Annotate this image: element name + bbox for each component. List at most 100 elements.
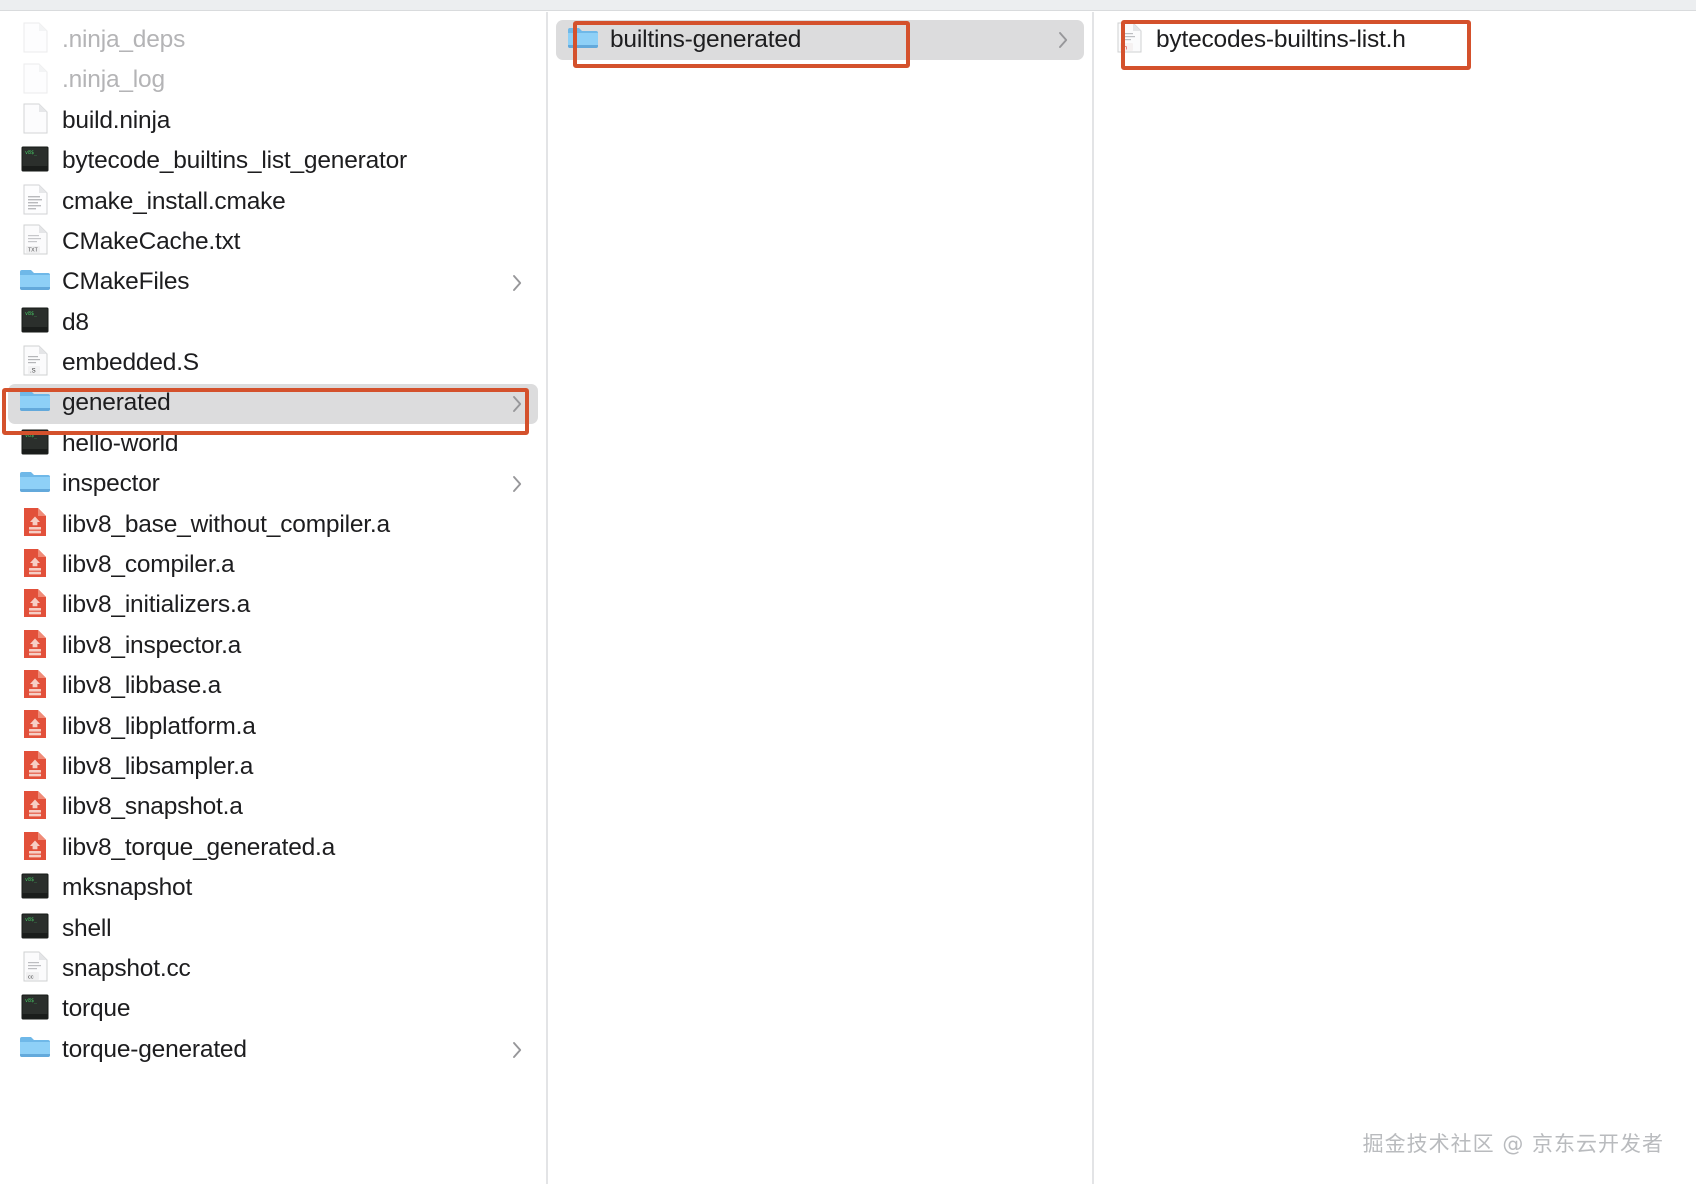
finder-column-1[interactable]: .ninja_deps .ninja_log build.ninja v8$_ byte… [0, 12, 548, 1184]
file-name-label: torque [62, 995, 131, 1023]
file-row[interactable]: libv8_snapshot.a [8, 787, 538, 827]
file-name-label: generated [62, 389, 171, 417]
file-name-label: d8 [62, 308, 89, 336]
file-row[interactable]: cc snapshot.cc [8, 949, 538, 989]
terminal-executable-icon: v8$_ [18, 871, 52, 905]
archive-icon [18, 710, 52, 744]
script-document-icon [18, 184, 52, 219]
file-name-label: shell [62, 914, 112, 942]
svg-text:v8$_: v8$_ [25, 311, 38, 317]
svg-text:v8$_: v8$_ [25, 998, 38, 1004]
svg-text:TXT: TXT [28, 248, 39, 254]
folder-icon [18, 1033, 52, 1067]
file-list-column-3: .h bytecodes-builtins-list.h [1094, 20, 1696, 60]
folder-icon [18, 266, 52, 300]
file-name-label: libv8_libplatform.a [62, 712, 256, 740]
file-name-label: libv8_initializers.a [62, 591, 251, 619]
file-row[interactable]: build.ninja [8, 101, 538, 141]
file-row[interactable]: .ninja_deps [8, 20, 538, 60]
file-name-label: CMakeCache.txt [62, 227, 241, 255]
archive-icon [18, 750, 52, 784]
archive-icon [18, 791, 52, 825]
file-row[interactable]: libv8_initializers.a [8, 585, 538, 625]
finder-column-3[interactable]: .h bytecodes-builtins-list.h [1094, 12, 1696, 1184]
chevron-right-icon[interactable] [511, 1040, 524, 1060]
text-document-icon: TXT [18, 224, 52, 259]
file-row[interactable]: libv8_torque_generated.a [8, 828, 538, 868]
cc-document-icon: cc [18, 951, 52, 986]
file-row[interactable]: libv8_inspector.a [8, 626, 538, 666]
file-row[interactable]: v8$_ d8 [8, 303, 538, 343]
file-list-column-2: builtins-generated [548, 20, 1092, 61]
file-row[interactable]: v8$_ torque [8, 989, 538, 1029]
file-row[interactable]: .S embedded.S [8, 343, 538, 383]
file-row[interactable]: libv8_libbase.a [8, 666, 538, 706]
file-name-label: snapshot.cc [62, 954, 191, 982]
file-name-label: libv8_libsampler.a [62, 752, 254, 780]
file-row[interactable]: v8$_ mksnapshot [8, 868, 538, 908]
file-name-label: torque-generated [62, 1035, 247, 1063]
file-name-label: hello-world [62, 429, 179, 457]
svg-text:.S: .S [30, 369, 36, 375]
file-name-label: builtins-generated [610, 25, 802, 53]
asm-document-icon: .S [18, 345, 52, 380]
finder-window: .ninja_deps .ninja_log build.ninja v8$_ byte… [0, 0, 1696, 1184]
file-name-label: libv8_inspector.a [62, 631, 242, 659]
file-name-label: bytecode_builtins_list_generator [62, 147, 407, 175]
file-name-label: libv8_base_without_compiler.a [62, 510, 390, 538]
svg-text:v8$_: v8$_ [25, 917, 38, 923]
file-row[interactable]: libv8_libplatform.a [8, 707, 538, 747]
file-row[interactable]: builtins-generated [556, 20, 1084, 61]
finder-column-2[interactable]: builtins-generated [548, 12, 1094, 1184]
file-name-label: cmake_install.cmake [62, 187, 286, 215]
folder-icon [18, 387, 52, 421]
file-row[interactable]: torque-generated [8, 1030, 538, 1070]
folder-icon [18, 467, 52, 501]
svg-text:v8$_: v8$_ [25, 150, 38, 156]
folder-icon [566, 23, 600, 57]
file-name-label: build.ninja [62, 106, 171, 134]
terminal-executable-icon: v8$_ [18, 912, 52, 946]
watermark: 掘金技术社区 @ 京东云开发者 [1362, 1132, 1664, 1156]
file-row[interactable]: libv8_compiler.a [8, 545, 538, 585]
file-row[interactable]: libv8_base_without_compiler.a [8, 505, 538, 545]
file-row[interactable]: inspector [8, 464, 538, 504]
blank-document-icon [18, 22, 52, 57]
file-name-label: .ninja_log [62, 66, 165, 94]
file-name-label: embedded.S [62, 349, 199, 377]
file-row[interactable]: TXT CMakeCache.txt [8, 222, 538, 262]
file-row[interactable]: cmake_install.cmake [8, 182, 538, 222]
blank-document-icon [18, 103, 52, 138]
archive-icon [18, 669, 52, 703]
archive-icon [18, 508, 52, 542]
file-name-label: CMakeFiles [62, 268, 190, 296]
svg-text:.h: .h [1122, 46, 1127, 52]
file-name-label: libv8_torque_generated.a [62, 833, 336, 861]
terminal-executable-icon: v8$_ [18, 306, 52, 340]
terminal-executable-icon: v8$_ [18, 993, 52, 1027]
archive-icon [18, 589, 52, 623]
file-name-label: inspector [62, 470, 160, 498]
chevron-right-icon[interactable] [511, 394, 524, 414]
file-row[interactable]: .h bytecodes-builtins-list.h [1102, 20, 1688, 60]
file-name-label: libv8_libbase.a [62, 672, 222, 700]
svg-text:v8$_: v8$_ [25, 877, 38, 883]
archive-icon [18, 831, 52, 865]
file-name-label: bytecodes-builtins-list.h [1156, 25, 1406, 53]
file-row[interactable]: .ninja_log [8, 60, 538, 100]
archive-icon [18, 629, 52, 663]
file-row[interactable]: libv8_libsampler.a [8, 747, 538, 787]
column-view-container: .ninja_deps .ninja_log build.ninja v8$_ byte… [0, 12, 1696, 1184]
file-name-label: libv8_snapshot.a [62, 793, 243, 821]
file-name-label: libv8_compiler.a [62, 551, 235, 579]
file-row[interactable]: generated [8, 383, 538, 424]
header-document-icon: .h [1112, 22, 1146, 57]
file-row[interactable]: v8$_ shell [8, 909, 538, 949]
file-row[interactable]: v8$_ bytecode_builtins_list_generator [8, 141, 538, 181]
file-row[interactable]: v8$_ hello-world [8, 424, 538, 464]
chevron-right-icon[interactable] [511, 474, 524, 494]
window-titlebar [0, 0, 1696, 11]
chevron-right-icon[interactable] [1057, 30, 1070, 50]
chevron-right-icon[interactable] [511, 273, 524, 293]
file-row[interactable]: CMakeFiles [8, 262, 538, 302]
